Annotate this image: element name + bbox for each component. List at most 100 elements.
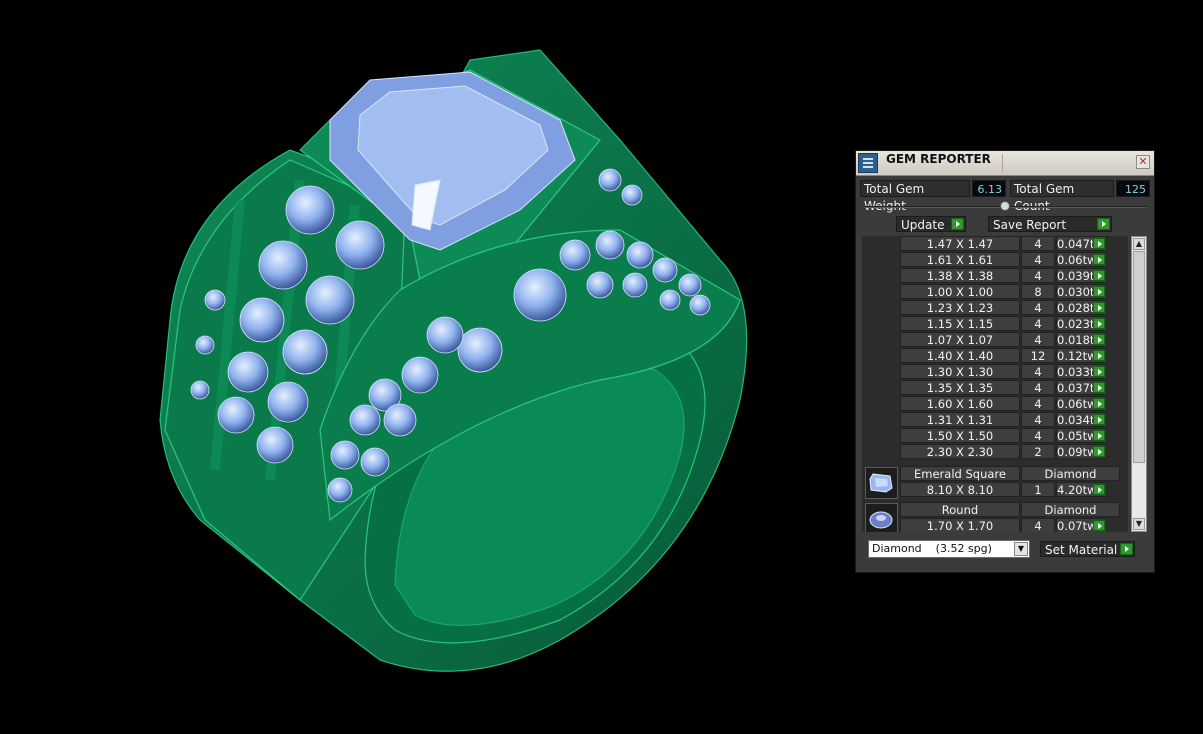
gem-size-cell-text: 1.00 X 1.00 bbox=[926, 285, 994, 299]
total-gem-count-value: 125 bbox=[1116, 180, 1150, 197]
select-gems-arrow-icon[interactable] bbox=[1093, 382, 1105, 393]
select-gems-arrow-icon[interactable] bbox=[1093, 302, 1105, 313]
gem-size-cell: 1.00 X 1.00 bbox=[900, 284, 1020, 299]
gem-weight-cell: 0.018tw bbox=[1056, 332, 1107, 347]
gem-size-cell: 1.30 X 1.30 bbox=[900, 364, 1020, 379]
gem-size-cell: 1.60 X 1.60 bbox=[900, 396, 1020, 411]
gem-count-cell-text: 4 bbox=[1034, 237, 1042, 251]
gem-material-cell: Diamond bbox=[1021, 502, 1120, 517]
gem-shape-cell-text: Emerald Square bbox=[914, 467, 1006, 481]
collapse-knob-icon[interactable] bbox=[1000, 201, 1010, 211]
gem-size-cell-text: 1.60 X 1.60 bbox=[926, 397, 994, 411]
select-gems-arrow-icon[interactable] bbox=[1093, 334, 1105, 345]
gem-count-cell-text: 4 bbox=[1034, 317, 1042, 331]
gem-size-cell-text: 1.07 X 1.07 bbox=[926, 333, 994, 347]
gem-count-cell-text: 4 bbox=[1034, 397, 1042, 411]
gem-count-cell: 4 bbox=[1021, 332, 1055, 347]
gem-weight-cell: 0.030tw bbox=[1056, 284, 1107, 299]
gem-count-cell-text: 4 bbox=[1034, 413, 1042, 427]
panel-title: GEM REPORTER bbox=[886, 152, 991, 166]
set-material-button[interactable]: Set Material bbox=[1040, 541, 1135, 557]
gem-weight-cell: 0.039tw bbox=[1056, 268, 1107, 283]
gem-count-cell-text: 4 bbox=[1034, 253, 1042, 267]
gem-weight-cell: 0.12tw bbox=[1056, 348, 1107, 363]
gem-weight-cell: 0.034tw bbox=[1056, 412, 1107, 427]
scroll-up-icon[interactable]: ▲ bbox=[1133, 238, 1145, 250]
gem-count-cell-text: 4 bbox=[1034, 269, 1042, 283]
gem-size-cell: 1.15 X 1.15 bbox=[900, 316, 1020, 331]
title-separator bbox=[1002, 154, 1003, 172]
gem-weight-cell-text: 0.05tw bbox=[1057, 429, 1097, 443]
scroll-down-icon[interactable]: ▼ bbox=[1133, 518, 1145, 530]
select-gems-arrow-icon[interactable] bbox=[1093, 318, 1105, 329]
gem-count-cell-text: 4 bbox=[1034, 365, 1042, 379]
gem-size-cell: 1.07 X 1.07 bbox=[900, 332, 1020, 347]
ring-3d-viewport[interactable] bbox=[0, 0, 850, 734]
update-button[interactable]: Update bbox=[896, 216, 966, 232]
gem-reporter-app-icon bbox=[858, 153, 878, 173]
gem-list[interactable]: 1.47 X 1.47 4 0.047tw 1.61 X 1.61 4 0.06tw 1.3… bbox=[862, 236, 1128, 532]
play-arrow-icon bbox=[951, 218, 964, 230]
gem-size-cell: 1.38 X 1.38 bbox=[900, 268, 1020, 283]
gem-weight-cell: 0.047tw bbox=[1056, 236, 1107, 251]
gem-size-cell-text: 1.50 X 1.50 bbox=[926, 429, 994, 443]
select-gems-arrow-icon[interactable] bbox=[1093, 350, 1105, 361]
gem-size-cell: 1.50 X 1.50 bbox=[900, 428, 1020, 443]
gem-size-cell-text: 1.70 X 1.70 bbox=[926, 519, 994, 532]
gem-reporter-panel: GEM REPORTER ✕ Total Gem Weight 6.13 Tot… bbox=[855, 150, 1155, 573]
total-gem-weight-label: Total Gem Weight bbox=[860, 180, 970, 213]
gem-weight-cell: 0.06tw bbox=[1056, 396, 1107, 411]
gem-size-cell: 2.30 X 2.30 bbox=[900, 444, 1020, 459]
select-gems-arrow-icon[interactable] bbox=[1093, 520, 1105, 531]
select-gems-arrow-icon[interactable] bbox=[1093, 366, 1105, 377]
gem-count-cell: 4 bbox=[1021, 300, 1055, 315]
save-report-button[interactable]: Save Report bbox=[988, 216, 1112, 232]
select-gems-arrow-icon[interactable] bbox=[1093, 270, 1105, 281]
title-bar[interactable]: GEM REPORTER ✕ bbox=[856, 151, 1154, 176]
gem-size-cell: 8.10 X 8.10 bbox=[900, 482, 1020, 497]
gem-size-cell: 1.70 X 1.70 bbox=[900, 518, 1020, 532]
gem-count-cell: 8 bbox=[1021, 284, 1055, 299]
gem-material-cell-text: Diamond bbox=[1044, 503, 1097, 517]
play-arrow-icon bbox=[1097, 218, 1110, 230]
material-select[interactable]: Diamond (3.52 spg) ▼ bbox=[868, 540, 1030, 558]
gem-size-cell-text: 1.30 X 1.30 bbox=[926, 365, 994, 379]
gem-weight-cell-text: 0.09tw bbox=[1057, 445, 1097, 459]
gem-size-cell: 1.61 X 1.61 bbox=[900, 252, 1020, 267]
gem-count-cell: 4 bbox=[1021, 412, 1055, 427]
gem-count-cell: 4 bbox=[1021, 428, 1055, 443]
gem-count-cell-text: 4 bbox=[1034, 333, 1042, 347]
gem-list-scrollbar[interactable]: ▲ ▼ bbox=[1131, 236, 1147, 532]
total-gem-weight-value: 6.13 bbox=[972, 180, 1006, 197]
select-gems-arrow-icon[interactable] bbox=[1093, 254, 1105, 265]
select-gems-arrow-icon[interactable] bbox=[1093, 414, 1105, 425]
select-gems-arrow-icon[interactable] bbox=[1093, 398, 1105, 409]
gem-count-cell-text: 12 bbox=[1030, 349, 1046, 363]
scroll-thumb[interactable] bbox=[1133, 251, 1145, 463]
select-gems-arrow-icon[interactable] bbox=[1093, 286, 1105, 297]
close-icon[interactable]: ✕ bbox=[1136, 155, 1150, 169]
gem-size-cell: 1.40 X 1.40 bbox=[900, 348, 1020, 363]
gem-weight-cell: 0.06tw bbox=[1056, 252, 1107, 267]
gem-count-cell-text: 8 bbox=[1034, 285, 1042, 299]
gem-size-cell-text: 1.23 X 1.23 bbox=[926, 301, 994, 315]
select-gems-arrow-icon[interactable] bbox=[1093, 484, 1105, 495]
gem-weight-cell-text: 0.06tw bbox=[1057, 397, 1097, 411]
select-gems-arrow-icon[interactable] bbox=[1093, 430, 1105, 441]
gem-count-cell: 4 bbox=[1021, 364, 1055, 379]
gem-count-cell-text: 4 bbox=[1034, 301, 1042, 315]
total-gem-count-label: Total Gem Count bbox=[1010, 180, 1114, 213]
chevron-down-icon[interactable]: ▼ bbox=[1014, 542, 1028, 556]
gem-size-cell-text: 1.31 X 1.31 bbox=[926, 413, 994, 427]
gem-count-cell: 4 bbox=[1021, 396, 1055, 411]
gem-weight-cell: 4.20tw bbox=[1056, 482, 1107, 497]
gem-size-cell-text: 1.47 X 1.47 bbox=[926, 237, 994, 251]
set-material-button-label: Set Material bbox=[1045, 543, 1118, 557]
gem-weight-cell-text: 0.06tw bbox=[1057, 253, 1097, 267]
gem-size-cell-text: 1.15 X 1.15 bbox=[926, 317, 994, 331]
select-gems-arrow-icon[interactable] bbox=[1093, 446, 1105, 457]
gem-size-cell-text: 2.30 X 2.30 bbox=[926, 445, 994, 459]
select-gems-arrow-icon[interactable] bbox=[1093, 238, 1105, 249]
gem-size-cell: 1.23 X 1.23 bbox=[900, 300, 1020, 315]
gem-shape-cell: Emerald Square bbox=[900, 466, 1020, 481]
